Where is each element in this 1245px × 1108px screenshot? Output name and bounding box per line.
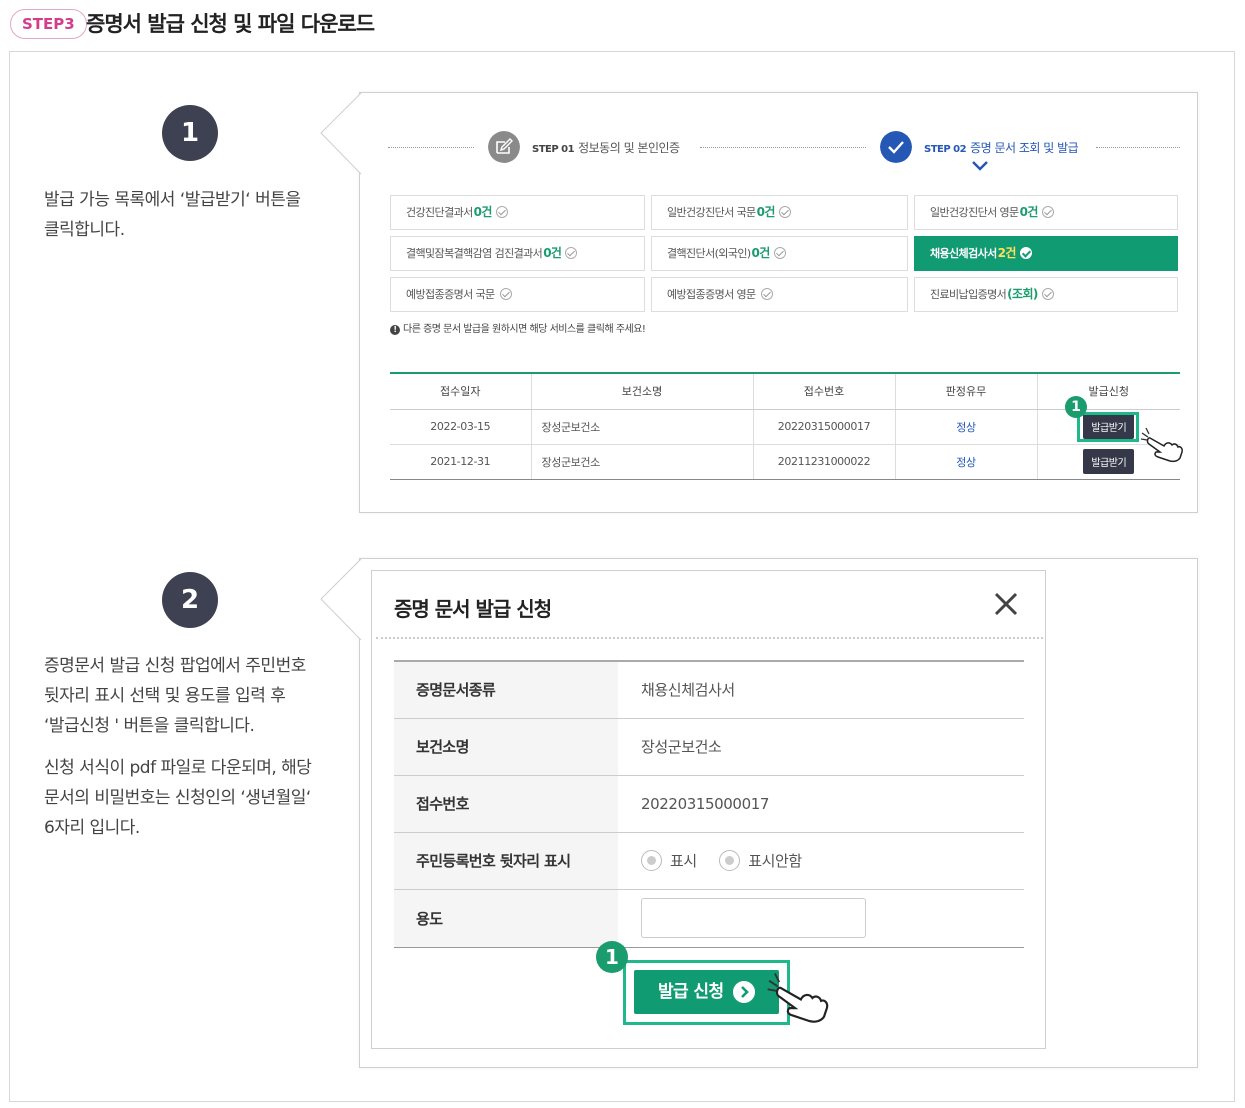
- verdict-link[interactable]: 정상: [895, 444, 1038, 480]
- certificate-item[interactable]: 결핵및잠복결핵감염 검진결과서0건: [390, 236, 645, 271]
- certificate-item[interactable]: 예방접종증명서 영문: [651, 277, 908, 312]
- issue-button[interactable]: 발급받기: [1083, 449, 1135, 474]
- check-circle-icon: [495, 206, 508, 218]
- check-circle-icon: [778, 206, 791, 218]
- certificate-name: 진료비납입증명서: [930, 288, 1007, 301]
- field-value: 20220315000017: [618, 775, 1024, 833]
- check-circle-icon: [1041, 206, 1054, 218]
- field-label: 보건소명: [394, 718, 618, 776]
- certificate-name: 일반건강진단서 영문: [930, 206, 1019, 219]
- certificate-item[interactable]: 일반건강진단서 국문0건: [651, 195, 908, 230]
- check-circle-icon: [499, 288, 512, 300]
- popup-title: 증명 문서 발급 신청: [394, 597, 552, 621]
- step-navigation: STEP 01 정보동의 및 본인인증 STEP 02 증명 문서 조회 및 발급: [388, 129, 1180, 171]
- purpose-input[interactable]: [641, 898, 866, 938]
- certificate-name: 예방접종증명서 영문: [667, 288, 756, 301]
- step-badge: STEP3: [10, 9, 87, 39]
- radio-label: 표시: [670, 852, 697, 870]
- callout-badge: 1: [1065, 396, 1087, 418]
- check-circle-icon: [1019, 247, 1032, 259]
- step-1-description: 발급 가능 목록에서 ‘발급받기‘ 버튼을 클릭합니다.: [44, 190, 301, 240]
- step-01-label: STEP 01 정보동의 및 본인인증: [532, 141, 680, 155]
- certificate-name: 결핵및잠복결핵감염 검진결과서: [406, 247, 543, 260]
- certificate-item[interactable]: 예방접종증명서 국문: [390, 277, 645, 312]
- certificate-count: 0건: [756, 205, 776, 219]
- certificate-count: 0건: [543, 246, 562, 260]
- highlight-box: [1077, 412, 1139, 442]
- pointer-hand-icon: [767, 973, 829, 1023]
- radio-label: 표시안함: [748, 852, 802, 870]
- form-row: 용도: [394, 889, 1024, 948]
- screenshot-panel-2: 증명 문서 발급 신청 증명문서종류 채용신체검사서 보건소명 장성군보건소 접…: [320, 558, 1198, 1068]
- table-row: 2022-03-15 장성군보건소 20220315000017 정상 발급받기: [390, 409, 1180, 445]
- notice-text: ! 다른 증명 문서 발급을 원하시면 해당 서비스를 클릭해 주세요!: [390, 320, 646, 335]
- certificate-count: (조회): [1007, 287, 1038, 301]
- field-label: 주민등록번호 뒷자리 표시: [394, 832, 618, 890]
- check-circle-icon: [773, 247, 786, 259]
- certificate-count: 0건: [751, 246, 771, 260]
- verdict-link[interactable]: 정상: [895, 409, 1038, 445]
- field-value: 채용신체검사서: [618, 661, 1024, 719]
- column-header: 발급신청: [1037, 373, 1180, 410]
- panel-pointer: [320, 92, 362, 175]
- certificate-item[interactable]: 결핵진단서(외국인)0건: [651, 236, 908, 271]
- form-row: 증명문서종류 채용신체검사서: [394, 661, 1024, 719]
- check-circle-icon: [1041, 288, 1054, 300]
- info-icon: !: [390, 325, 400, 335]
- certificate-item[interactable]: 진료비납입증명서(조회): [914, 277, 1178, 312]
- certificate-item[interactable]: 일반건강진단서 영문0건: [914, 195, 1178, 230]
- field-value: 장성군보건소: [618, 718, 1024, 776]
- pointer-hand-icon: [1140, 427, 1183, 463]
- check-circle-icon: [760, 288, 773, 300]
- certificate-name: 일반건강진단서 국문: [667, 206, 756, 219]
- issue-list-table: 접수일자 보건소명 접수번호 판정유무 발급신청 2022-03-15 장성군보…: [390, 372, 1180, 480]
- column-header: 접수번호: [753, 373, 896, 410]
- check-icon: [880, 131, 912, 163]
- table-row: 2021-12-31 장성군보건소 20211231000022 정상 발급받기: [390, 444, 1180, 480]
- certificate-name: 건강진단결과서: [406, 206, 473, 219]
- form-row: 접수번호 20220315000017: [394, 775, 1024, 833]
- step-number-2: 2: [162, 572, 218, 628]
- step-2-description: 증명문서 발급 신청 팝업에서 주민번호 뒷자리 표시 선택 및 용도를 입력 …: [44, 656, 312, 838]
- edit-icon: [488, 131, 520, 163]
- column-header: 판정유무: [895, 373, 1038, 410]
- divider: [376, 637, 1043, 639]
- issue-request-popup: 증명 문서 발급 신청 증명문서종류 채용신체검사서 보건소명 장성군보건소 접…: [371, 570, 1046, 1049]
- certificate-name: 예방접종증명서 국문: [406, 288, 495, 301]
- panel-pointer: [320, 558, 362, 641]
- certificate-count: 0건: [1019, 205, 1039, 219]
- step-02-label: STEP 02 증명 문서 조회 및 발급: [924, 141, 1079, 155]
- radio-hide[interactable]: [719, 850, 741, 871]
- step-number-1: 1: [162, 105, 218, 161]
- certificate-item[interactable]: 채용신체검사서2건: [914, 236, 1178, 271]
- form-row: 보건소명 장성군보건소: [394, 718, 1024, 776]
- field-label: 증명문서종류: [394, 661, 618, 719]
- form-row: 주민등록번호 뒷자리 표시 표시 표시안함: [394, 832, 1024, 890]
- screenshot-panel-1: STEP 01 정보동의 및 본인인증 STEP 02 증명 문서 조회 및 발급 …: [320, 92, 1198, 513]
- field-label: 접수번호: [394, 775, 618, 833]
- column-header: 보건소명: [531, 373, 754, 410]
- callout-badge: 1: [596, 941, 628, 973]
- certificate-count: 2건: [997, 246, 1017, 260]
- radio-show[interactable]: [641, 850, 662, 871]
- certificate-name: 채용신체검사서: [930, 247, 997, 260]
- certificate-item[interactable]: 건강진단결과서0건: [390, 195, 645, 230]
- certificate-count: 0건: [473, 205, 493, 219]
- certificate-name: 결핵진단서(외국인): [667, 247, 751, 260]
- column-header: 접수일자: [390, 373, 532, 410]
- field-label: 용도: [394, 889, 618, 948]
- issue-form-table: 증명문서종류 채용신체검사서 보건소명 장성군보건소 접수번호 20220315…: [394, 660, 1024, 948]
- chevron-down-icon: [972, 161, 988, 171]
- page-title: 증명서 발급 신청 및 파일 다운로드: [86, 12, 375, 36]
- close-icon[interactable]: [993, 591, 1019, 617]
- check-circle-icon: [565, 247, 578, 259]
